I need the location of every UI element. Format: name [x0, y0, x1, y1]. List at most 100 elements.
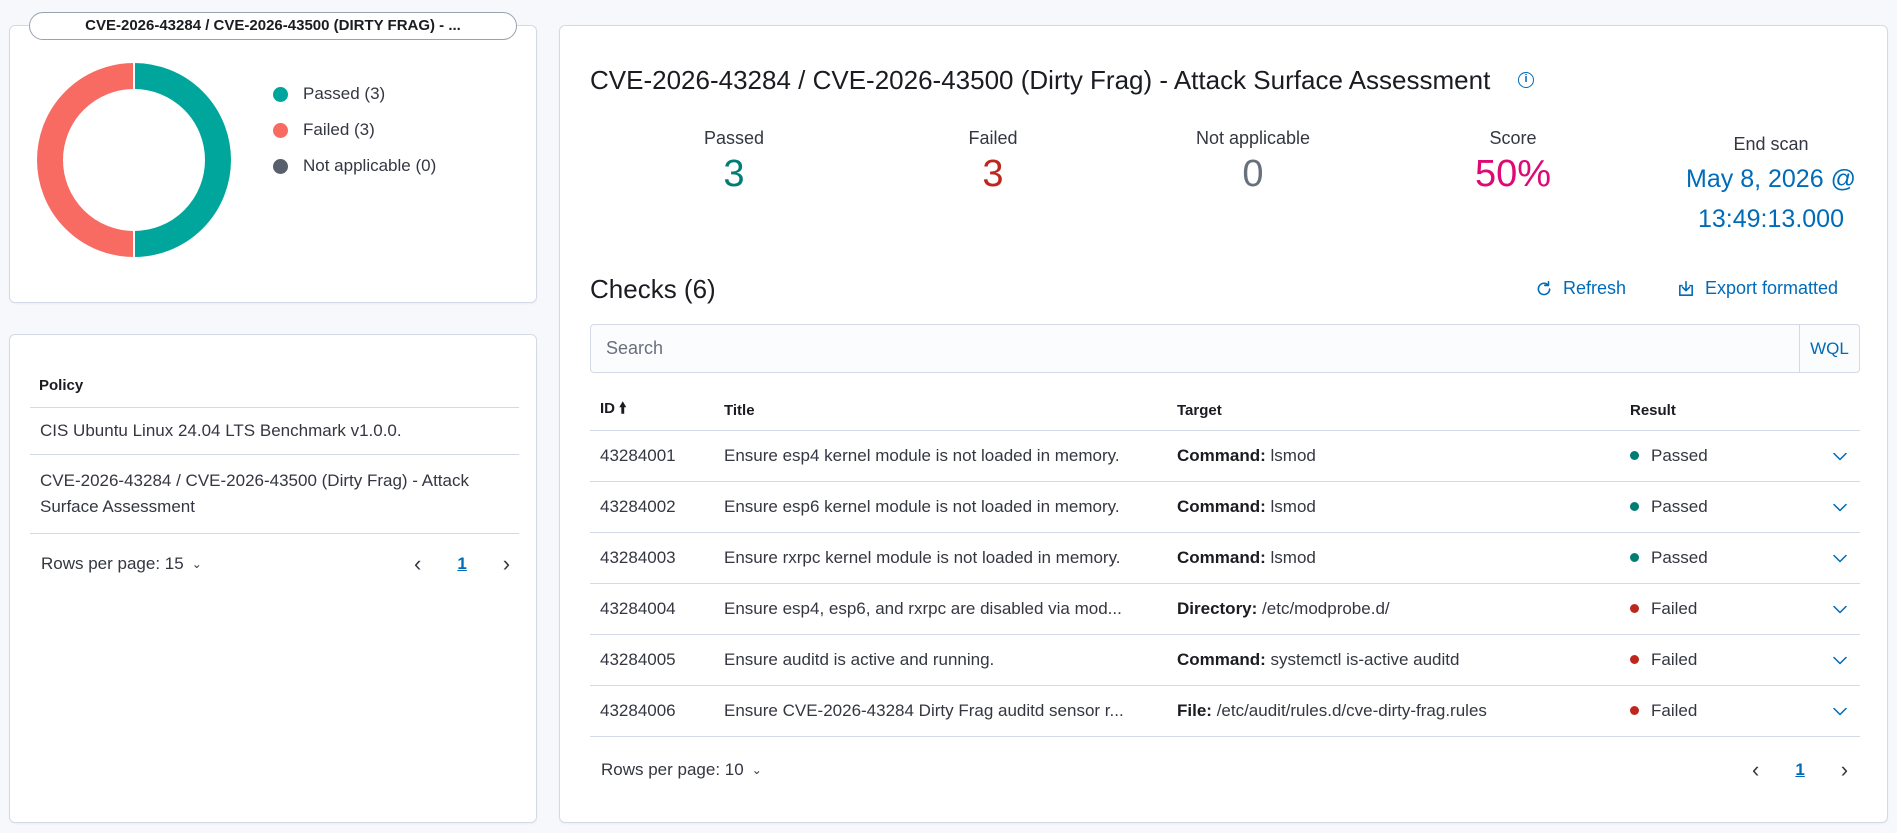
export-formatted-button[interactable]: Export formatted — [1677, 278, 1838, 299]
check-target: Command: lsmod — [1167, 430, 1620, 482]
stat-not-applicable: Not applicable 0 — [1153, 128, 1353, 196]
stat-end-scan-label: End scan — [1733, 134, 1809, 154]
checks-rows-per-page-button[interactable]: Rows per page: 10 ⌄ — [601, 760, 762, 780]
check-row[interactable]: 43284003 Ensure rxrpc kernel module is no… — [590, 532, 1860, 584]
check-row[interactable]: 43284005 Ensure auditd is active and runn… — [590, 634, 1860, 686]
stat-end-scan: End scan May 8, 2026 @ 13:49:13.000 — [1641, 134, 1897, 239]
column-header-target[interactable]: Target — [1167, 392, 1620, 431]
checks-table-body: 43284001 Ensure esp4 kernel module is not… — [590, 430, 1860, 737]
legend-dot-not-applicable — [273, 158, 288, 174]
policy-column-header[interactable]: Policy — [39, 377, 83, 394]
legend-dot-passed — [273, 86, 288, 102]
check-target: Command: lsmod — [1167, 532, 1620, 584]
chevron-down-icon: ⌄ — [191, 557, 202, 571]
check-title: Ensure rxrpc kernel module is not loaded… — [714, 532, 1167, 584]
stat-score-value: 50% — [1474, 153, 1552, 195]
check-result-label: Passed — [1651, 547, 1708, 567]
result-status-dot — [1630, 552, 1639, 562]
check-id: 43284004 — [590, 583, 714, 635]
expand-row-button[interactable] — [1810, 634, 1860, 686]
assessment-detail-panel: CVE-2026-43284 / CVE-2026-43500 (Dirty F… — [559, 25, 1888, 823]
check-target: File: /etc/audit/rules.d/cve-dirty-frag.… — [1167, 685, 1620, 737]
result-status-dot — [1630, 501, 1639, 511]
policy-row[interactable]: CVE-2026-43284 / CVE-2026-43500 (Dirty F… — [30, 454, 519, 534]
chevron-down-icon — [1833, 554, 1847, 562]
checks-page-number[interactable]: 1 — [1795, 760, 1804, 780]
legend-item-failed[interactable]: Failed (3) — [273, 112, 436, 148]
checks-title: Checks (6) — [590, 274, 716, 304]
donut-panel-title: CVE-2026-43284 / CVE-2026-43500 (DIRTY F… — [29, 12, 517, 40]
column-header-id[interactable]: ID 🠙 — [590, 392, 714, 431]
expand-row-button[interactable] — [1810, 532, 1860, 584]
legend-item-passed[interactable]: Passed (3) — [273, 76, 436, 112]
check-result: Passed — [1620, 532, 1810, 584]
donut-legend: Passed (3) Failed (3) Not applicable (0) — [273, 76, 436, 184]
search-bar: WQL — [590, 324, 1860, 373]
chevron-down-icon — [1833, 707, 1847, 715]
check-row[interactable]: 43284001 Ensure esp4 kernel module is not… — [590, 430, 1860, 482]
check-id: 43284002 — [590, 481, 714, 533]
check-target-type: Command: — [1177, 445, 1266, 465]
previous-page-icon[interactable]: ‹ — [414, 551, 421, 577]
expand-row-button[interactable] — [1810, 583, 1860, 635]
check-target-type: File: — [1177, 700, 1212, 720]
stat-failed: Failed 3 — [893, 128, 1093, 196]
check-target-type: Command: — [1177, 496, 1266, 516]
info-icon[interactable]: i — [1518, 72, 1534, 88]
stat-not-applicable-label: Not applicable — [1195, 128, 1311, 148]
column-header-id-label: ID — [600, 400, 615, 418]
expand-row-button[interactable] — [1810, 481, 1860, 533]
next-page-icon[interactable]: › — [1841, 757, 1848, 783]
policy-page-nav: ‹ 1 › — [414, 551, 510, 577]
donut-segment-failed[interactable] — [37, 63, 135, 257]
column-header-title[interactable]: Title — [714, 392, 1167, 431]
legend-label-passed: Passed (3) — [303, 84, 386, 103]
check-target: Command: lsmod — [1167, 481, 1620, 533]
check-target: Command: systemctl is-active auditd — [1167, 634, 1620, 686]
legend-label-failed: Failed (3) — [303, 120, 375, 139]
policy-table: CIS Ubuntu Linux 24.04 LTS Benchmark v1.… — [30, 407, 519, 534]
refresh-button[interactable]: Refresh — [1535, 278, 1626, 299]
stat-failed-value: 3 — [982, 153, 1004, 195]
search-input[interactable] — [591, 325, 1799, 372]
check-row[interactable]: 43284004 Ensure esp4, esp6, and rxrpc are… — [590, 583, 1860, 635]
check-target-value: lsmod — [1270, 547, 1316, 567]
wql-button[interactable]: WQL — [1799, 325, 1859, 372]
checks-table: ID 🠙 Title Target Result 43284001 Ensure e… — [590, 392, 1860, 737]
policy-list-panel: Policy CIS Ubuntu Linux 24.04 LTS Benchm… — [9, 334, 537, 823]
policy-row[interactable]: CIS Ubuntu Linux 24.04 LTS Benchmark v1.… — [30, 407, 519, 454]
expand-row-button[interactable] — [1810, 685, 1860, 737]
stat-passed-value: 3 — [723, 153, 745, 195]
check-target-type: Directory: — [1177, 598, 1258, 618]
check-result: Failed — [1620, 634, 1810, 686]
legend-item-not-applicable[interactable]: Not applicable (0) — [273, 148, 436, 184]
check-target-value: lsmod — [1270, 445, 1316, 465]
check-target-value: systemctl is-active auditd — [1270, 649, 1460, 669]
check-target-value: lsmod — [1270, 496, 1316, 516]
stat-score: Score 50% — [1413, 128, 1613, 196]
policy-rows-per-page-button[interactable]: Rows per page: 15 ⌄ — [41, 554, 202, 574]
check-id: 43284001 — [590, 430, 714, 482]
chevron-down-icon — [1833, 656, 1847, 664]
policy-page-number[interactable]: 1 — [457, 554, 466, 574]
chevron-down-icon: ⌄ — [751, 763, 762, 777]
legend-label-not-applicable: Not applicable (0) — [303, 156, 437, 175]
policy-pagination: Rows per page: 15 ⌄ — [41, 554, 202, 574]
check-result-label: Failed — [1651, 598, 1698, 618]
check-target-value: /etc/modprobe.d/ — [1262, 598, 1390, 618]
next-page-icon[interactable]: › — [503, 551, 510, 577]
donut-segment-passed[interactable] — [133, 63, 231, 257]
check-row[interactable]: 43284006 Ensure CVE-2026-43284 Dirty Frag… — [590, 685, 1860, 737]
check-result-label: Failed — [1651, 649, 1698, 669]
expand-row-button[interactable] — [1810, 430, 1860, 482]
column-header-result[interactable]: Result — [1620, 392, 1810, 431]
stat-passed: Passed 3 — [634, 128, 834, 196]
stat-passed-label: Passed — [703, 128, 765, 148]
sort-ascending-icon: 🠙 — [619, 400, 627, 418]
check-title: Ensure esp4 kernel module is not loaded … — [714, 430, 1167, 482]
chevron-down-icon — [1833, 452, 1847, 460]
check-row[interactable]: 43284002 Ensure esp6 kernel module is not… — [590, 481, 1860, 533]
check-result-label: Failed — [1651, 700, 1698, 720]
check-target: Directory: /etc/modprobe.d/ — [1167, 583, 1620, 635]
previous-page-icon[interactable]: ‹ — [1752, 757, 1759, 783]
